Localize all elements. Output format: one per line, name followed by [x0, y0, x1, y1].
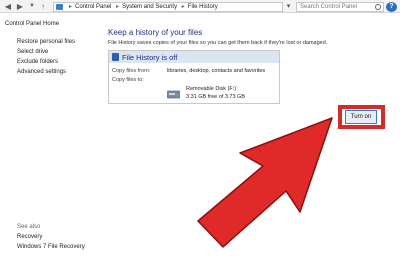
control-panel-icon: [56, 4, 63, 10]
page-title: Keep a history of your files: [108, 28, 203, 37]
address-bar: ◀ ▶ ▼ ↑ ▸ Control Panel ▸ System and Secur…: [0, 0, 400, 13]
removable-disk-icon: [167, 90, 180, 99]
copy-from-label: Copy files from:: [112, 68, 151, 74]
page-description: File History saves copies of your files …: [108, 40, 328, 46]
recent-dropdown-icon[interactable]: ▼: [27, 2, 37, 11]
back-icon[interactable]: ◀: [3, 2, 13, 11]
sidebar-item-select-drive[interactable]: Select drive: [17, 49, 48, 55]
drive-name: Removable Disk (F:): [186, 86, 237, 92]
breadcrumb-system-security[interactable]: System and Security: [122, 4, 177, 10]
sidebar-item-restore[interactable]: Restore personal files: [17, 39, 75, 45]
up-icon[interactable]: ↑: [38, 2, 48, 11]
search-placeholder: Search Control Panel: [300, 4, 358, 10]
sidebar-item-advanced-settings[interactable]: Advanced settings: [17, 69, 66, 75]
search-icon[interactable]: [375, 4, 381, 10]
file-history-window: ◀ ▶ ▼ ↑ ▸ Control Panel ▸ System and Secur…: [0, 0, 400, 266]
status-panel: File History is off Copy files from: lib…: [108, 50, 280, 104]
breadcrumb-control-panel[interactable]: Control Panel: [75, 4, 111, 10]
help-icon[interactable]: ?: [386, 2, 397, 12]
file-history-icon: [112, 53, 119, 61]
sidebar-item-recovery[interactable]: Recovery: [17, 234, 42, 240]
sidebar-item-win7-recovery[interactable]: Windows 7 File Recovery: [17, 244, 85, 250]
sidebar-item-exclude-folders[interactable]: Exclude folders: [17, 59, 58, 65]
address-dropdown-icon[interactable]: ▾: [284, 2, 293, 12]
sidebar-home-link[interactable]: Control Panel Home: [5, 21, 59, 27]
see-also-heading: See also: [17, 224, 41, 230]
status-text: File History is off: [122, 53, 178, 62]
breadcrumb-file-history[interactable]: File History: [188, 4, 218, 10]
search-input[interactable]: Search Control Panel: [296, 2, 384, 12]
turn-on-button[interactable]: Turn on: [345, 110, 377, 124]
status-panel-header: File History is off: [109, 51, 279, 63]
forward-icon[interactable]: ▶: [15, 2, 25, 11]
copy-from-value: libraries, desktop, contacts and favorit…: [167, 68, 266, 74]
sidebar: Control Panel Home Restore personal file…: [0, 14, 100, 266]
breadcrumb[interactable]: ▸ Control Panel ▸ System and Security ▸ Fil…: [53, 2, 283, 12]
drive-space: 3.31 GB free of 3.73 GB: [186, 94, 246, 100]
copy-to-label: Copy files to:: [112, 77, 144, 83]
